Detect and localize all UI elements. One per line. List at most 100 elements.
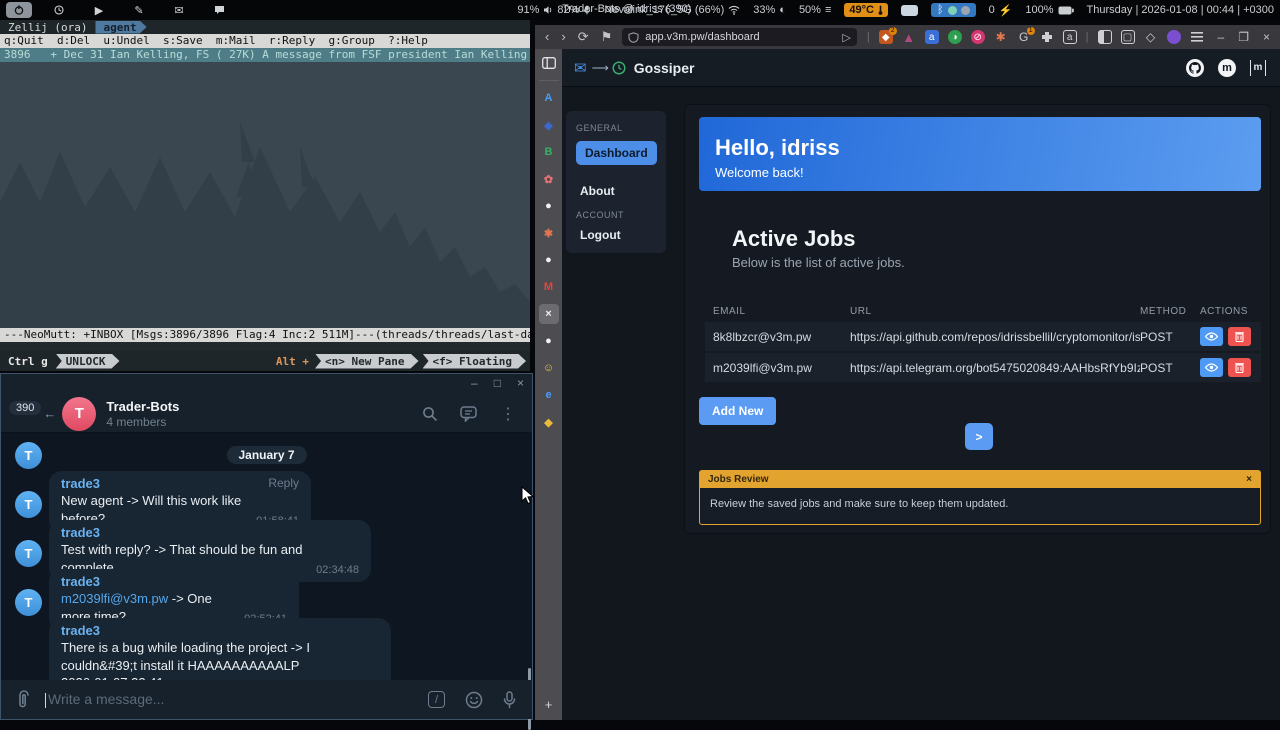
reader-mode-icon[interactable]: a xyxy=(1063,30,1077,44)
sender-name[interactable]: trade3 xyxy=(61,623,379,638)
url-bar[interactable]: app.v3m.pw/dashboard ▷ xyxy=(622,28,857,46)
github-icon[interactable] xyxy=(1186,59,1204,77)
site-permissions-icon[interactable] xyxy=(628,32,639,43)
send-page-icon[interactable]: ▷ xyxy=(842,31,850,44)
gateway-extension-icon[interactable]: G1 xyxy=(1017,30,1031,44)
bluetooth-indicator[interactable]: ᛒ xyxy=(931,3,976,17)
sender-avatar[interactable]: T xyxy=(15,589,42,616)
blocker-extension-icon[interactable]: ⊘ xyxy=(971,30,985,44)
sender-name[interactable]: trade3 xyxy=(61,525,359,540)
sender-avatar[interactable]: T xyxy=(15,540,42,567)
sidebar-toggle-icon[interactable] xyxy=(1098,30,1112,44)
browser-maximize-button[interactable]: ❐ xyxy=(1238,30,1249,44)
attach-icon[interactable] xyxy=(15,690,33,710)
chat-close-button[interactable]: × xyxy=(517,376,524,390)
nav-item-about[interactable]: About xyxy=(580,184,656,198)
account-avatar-icon[interactable] xyxy=(1167,30,1181,44)
tab-favicon-github-2[interactable]: ● xyxy=(539,250,559,270)
tab-favicon-github[interactable]: ● xyxy=(539,196,559,216)
matrix-icon[interactable]: m xyxy=(1250,60,1266,76)
tab-favicon-gmail[interactable]: M xyxy=(539,277,559,297)
chat-group-title[interactable]: Trader-Bots xyxy=(106,399,179,414)
browser-bookmark-button[interactable]: ⚑ xyxy=(601,29,613,45)
sender-avatar[interactable]: T xyxy=(15,491,42,518)
tab-favicon-shield[interactable]: ◈ xyxy=(539,115,559,135)
search-icon[interactable] xyxy=(422,406,438,422)
tab-favicon-github-3[interactable]: ● xyxy=(539,331,559,351)
table-row[interactable]: 8k8lbzcr@v3m.pw https://api.github.com/r… xyxy=(705,322,1261,351)
shield-extension-icon[interactable]: ◆2 xyxy=(879,30,893,44)
nav-item-dashboard[interactable]: Dashboard xyxy=(576,141,657,165)
chat-bubble-icon[interactable] xyxy=(206,2,232,18)
date-divider[interactable]: January 7 xyxy=(226,446,306,464)
delete-job-button[interactable] xyxy=(1228,358,1251,377)
zellij-tab-agent[interactable]: agent xyxy=(95,21,146,34)
tab-favicon-a[interactable]: A xyxy=(539,88,559,108)
view-job-button[interactable] xyxy=(1200,327,1223,346)
clock-icon[interactable] xyxy=(46,2,72,18)
chat-maximize-button[interactable]: □ xyxy=(494,376,501,390)
mastodon-icon[interactable]: m xyxy=(1218,59,1236,77)
zellij-hint-new-pane[interactable]: <n> New Pane xyxy=(315,354,418,369)
datetime-label[interactable]: Thursday | 2026-01-08 | 00:44 | +0300 xyxy=(1087,4,1274,16)
nav-item-logout[interactable]: Logout xyxy=(580,228,656,242)
bot-commands-icon[interactable]: / xyxy=(428,691,445,708)
table-row[interactable]: m2039lfi@v3m.pw https://api.telegram.org… xyxy=(705,353,1261,382)
network-indicator[interactable]: Nevalink_176_5G (66%) xyxy=(604,4,740,16)
new-tab-button[interactable]: + xyxy=(545,697,553,712)
translate-extension-icon[interactable]: a xyxy=(925,30,939,44)
tabstrip-panel-toggle-icon[interactable] xyxy=(539,53,559,73)
zellij-mode-unlock[interactable]: UNLOCK xyxy=(56,354,120,369)
reply-label[interactable]: Reply xyxy=(268,476,299,491)
notice-close-icon[interactable]: × xyxy=(1246,474,1252,485)
sender-name[interactable]: trade3 xyxy=(61,476,100,491)
mail-icon[interactable]: ✉ xyxy=(166,2,192,18)
container-tab-icon[interactable]: ▢ xyxy=(1121,30,1135,44)
browser-minimize-button[interactable]: – xyxy=(1218,30,1225,44)
delete-job-button[interactable] xyxy=(1228,327,1251,346)
chat-minimize-button[interactable]: – xyxy=(471,376,478,390)
emoji-icon[interactable] xyxy=(465,691,483,709)
tab-active-close-icon[interactable]: × xyxy=(539,304,559,324)
color-swatch[interactable] xyxy=(901,5,918,16)
power-icon[interactable] xyxy=(6,2,32,18)
extensions-puzzle-icon[interactable] xyxy=(1040,30,1054,44)
tab-favicon-hexagon[interactable]: ◆ xyxy=(539,412,559,432)
zellij-hint-floating[interactable]: <f> Floating xyxy=(423,354,526,369)
tab-favicon-smiley[interactable]: ☺ xyxy=(539,358,559,378)
volume-indicator[interactable]: 91% 82% xyxy=(517,4,591,16)
edit-icon[interactable]: ✎ xyxy=(126,2,152,18)
tab-favicon-flower[interactable]: ✿ xyxy=(539,169,559,189)
terminal-body[interactable] xyxy=(0,62,530,328)
menu-icon[interactable] xyxy=(1190,30,1204,44)
browser-forward-button[interactable]: › xyxy=(561,29,565,45)
sender-name[interactable]: trade3 xyxy=(61,574,287,589)
view-job-button[interactable] xyxy=(1200,358,1223,377)
browser-reload-button[interactable]: ⟳ xyxy=(578,29,589,45)
email-link[interactable]: m2039lfi@v3m.pw xyxy=(61,591,168,606)
highlight-icon[interactable]: ◇ xyxy=(1144,30,1158,44)
tab-favicon-b[interactable]: B xyxy=(539,142,559,162)
sender-avatar[interactable]: T xyxy=(15,442,42,469)
browser-close-button[interactable]: × xyxy=(1263,30,1270,44)
voice-record-icon[interactable] xyxy=(503,691,516,709)
neomutt-selected-mail-row[interactable]: 3896 + Dec 31 Ian Kelling, FS ( 27K) A m… xyxy=(0,48,530,62)
bug-extension-icon[interactable]: ✱ xyxy=(994,30,1008,44)
triangle-extension-icon[interactable]: ▲ xyxy=(902,30,916,44)
temperature-indicator[interactable]: 49°C xyxy=(844,3,888,17)
gamma-indicator[interactable]: 50% ≡ xyxy=(799,4,831,16)
url-text[interactable]: app.v3m.pw/dashboard xyxy=(645,31,759,43)
back-button[interactable]: 390 ← xyxy=(9,406,56,421)
media-play-icon[interactable]: ▶ xyxy=(86,2,112,18)
topics-icon[interactable] xyxy=(460,406,478,422)
group-avatar[interactable]: T xyxy=(62,397,96,431)
tab-favicon-bug[interactable]: ✱ xyxy=(539,223,559,243)
chat-titlebar[interactable]: – □ × xyxy=(1,374,532,395)
privacy-extension-icon[interactable]: ◑ xyxy=(948,30,962,44)
brightness-indicator[interactable]: 33% ◐ xyxy=(753,4,786,16)
site-logo[interactable]: ✉ ⟶ Gossiper xyxy=(574,59,694,77)
pagination-next-button[interactable]: > xyxy=(965,423,993,450)
chat-messages-area[interactable]: January 7 T trade3 Reply New agent -> Wi… xyxy=(1,433,532,681)
battery-indicator[interactable]: 100% xyxy=(1025,4,1073,16)
message-input[interactable]: Write a message... xyxy=(45,691,164,708)
